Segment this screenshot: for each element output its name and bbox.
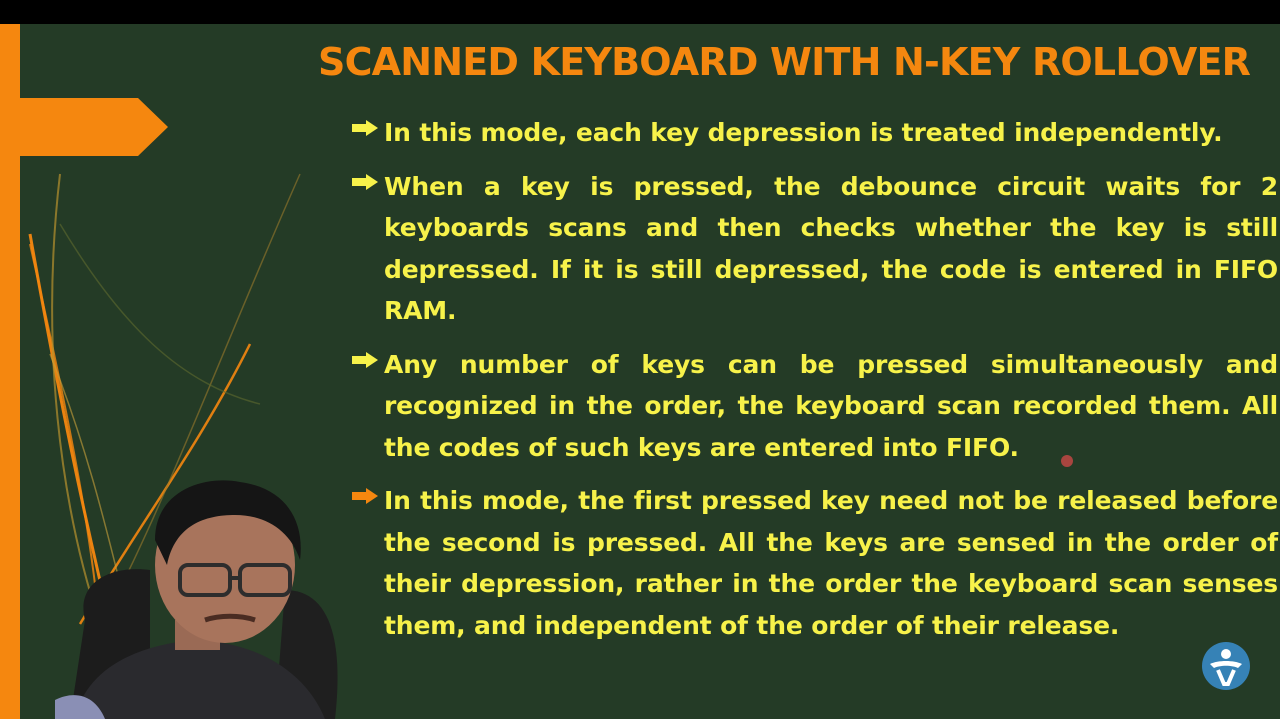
presenter-video-overlay [55, 480, 338, 719]
laser-pointer-dot [1061, 455, 1073, 467]
bullet-item: Any number of keys can be pressed simult… [352, 344, 1278, 469]
top-black-bar [0, 0, 1280, 24]
bullet-text: Any number of keys can be pressed simult… [384, 349, 1278, 462]
bullet-item: When a key is pressed, the debounce circ… [352, 166, 1278, 332]
channel-logo-icon [1202, 642, 1250, 690]
bullet-text: When a key is pressed, the debounce circ… [384, 171, 1278, 326]
bullet-item: In this mode, the first pressed key need… [352, 480, 1278, 646]
bullet-list: In this mode, each key depression is tre… [352, 112, 1278, 658]
arrow-bullet-icon [352, 173, 378, 190]
bullet-item: In this mode, each key depression is tre… [352, 112, 1278, 154]
arrow-bullet-icon [352, 351, 378, 368]
arrow-tab-icon [20, 98, 168, 156]
arrow-bullet-icon [352, 120, 378, 136]
bullet-text: In this mode, the first pressed key need… [384, 486, 1278, 640]
bullet-text: In this mode, each key depression is tre… [384, 118, 1223, 147]
slide-title: SCANNED KEYBOARD WITH N-KEY ROLLOVER [318, 40, 1251, 84]
